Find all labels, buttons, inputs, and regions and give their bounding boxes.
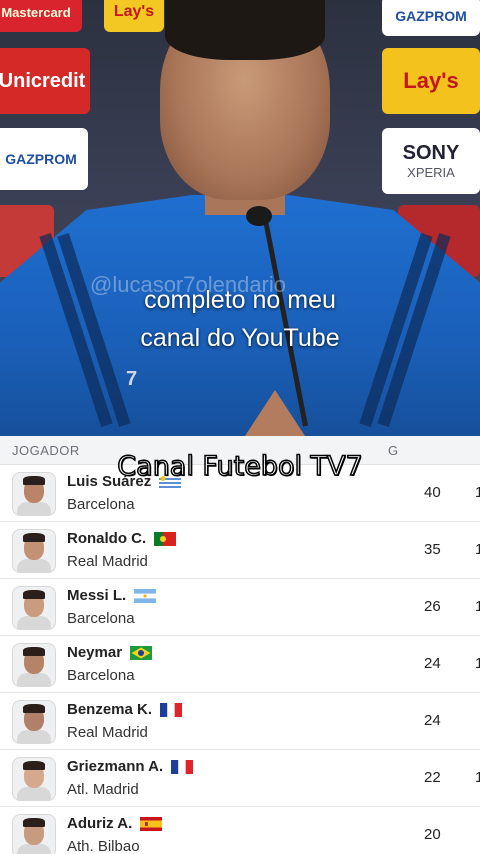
sponsor-label: Lay's: [113, 3, 155, 20]
player-name[interactable]: Griezmann A.: [67, 758, 163, 775]
player-name[interactable]: Benzema K.: [67, 701, 152, 718]
player-goals: 35: [424, 541, 441, 558]
player-name[interactable]: Messi L.: [67, 587, 126, 604]
portugal-flag: [154, 531, 177, 546]
avatar-hair: [23, 590, 45, 599]
player-name-wrap: Benzema K.: [67, 701, 183, 718]
player-goals: 22: [424, 769, 441, 786]
table-row[interactable]: Aduriz A. Ath. Bilbao 20: [0, 807, 480, 854]
caption-line-2: canal do YouTube: [140, 324, 340, 352]
player-hair: [165, 0, 325, 60]
avatar-body: [17, 730, 51, 743]
sponsor-label: GAZPROM: [395, 8, 467, 24]
player-club: Barcelona: [67, 610, 135, 627]
player-avatar: [12, 757, 56, 801]
sponsor-board-sony: SONY XPERIA: [382, 128, 480, 194]
player-name-wrap: Neymar: [67, 644, 153, 661]
player-avatar: [12, 814, 56, 854]
player-next-stat: 1: [475, 541, 480, 558]
player-next-stat: 1: [475, 598, 480, 615]
scorers-table: JOGADOR G Luis Suárez Barcelona 40 1 Ronaldo…: [0, 436, 480, 854]
sponsor-board-mastercard: Mastercard: [0, 0, 82, 32]
player-name[interactable]: Neymar: [67, 644, 122, 661]
avatar-body: [17, 787, 51, 800]
table-row[interactable]: Neymar Barcelona 24 1: [0, 636, 480, 693]
player-goals: 24: [424, 655, 441, 672]
shirt-number: 7: [126, 368, 138, 390]
avatar-hair: [23, 761, 45, 770]
player-next-stat: 1: [475, 484, 480, 501]
sponsor-board-gazprom: GAZPROM: [382, 0, 480, 36]
france-flag: [160, 702, 183, 717]
sponsor-label: SONY: [402, 142, 460, 164]
player-name-wrap: Griezmann A.: [67, 758, 194, 775]
player-goals: 40: [424, 484, 441, 501]
player-avatar: [12, 529, 56, 573]
avatar-body: [17, 844, 51, 854]
sponsor-label: XPERIA: [407, 165, 455, 180]
sponsor-board-gazprom-2: GAZPROM: [0, 128, 88, 190]
avatar-hair: [23, 533, 45, 542]
sponsor-label: GAZPROM: [5, 151, 77, 167]
player-goals: 24: [424, 712, 441, 729]
player-goals: 26: [424, 598, 441, 615]
sponsor-label: Mastercard: [1, 4, 71, 20]
player-next-stat: 1: [475, 769, 480, 786]
sponsor-label: Lay's: [403, 68, 459, 93]
video-frame[interactable]: Mastercard Lay's GAZPROM Unicredit Lay's…: [0, 0, 480, 436]
player-name-wrap: Ronaldo C.: [67, 530, 177, 547]
player-name-wrap: Aduriz A.: [67, 815, 163, 832]
avatar-body: [17, 673, 51, 686]
player-name[interactable]: Ronaldo C.: [67, 530, 146, 547]
avatar-hair: [23, 704, 45, 713]
avatar-body: [17, 502, 51, 515]
caption-line-1: completo no meu: [144, 286, 336, 314]
player-goals: 20: [424, 826, 441, 843]
avatar-hair: [23, 818, 45, 827]
table-row[interactable]: Griezmann A. Atl. Madrid 22 1: [0, 750, 480, 807]
avatar-body: [17, 616, 51, 629]
player-club: Barcelona: [67, 496, 135, 513]
player-club: Atl. Madrid: [67, 781, 139, 798]
player-club: Barcelona: [67, 667, 135, 684]
avatar-hair: [23, 647, 45, 656]
player-avatar: [12, 586, 56, 630]
player-club: Real Madrid: [67, 553, 148, 570]
microphone-icon: [246, 206, 272, 226]
sponsor-label: Unicredit: [0, 69, 86, 92]
table-row[interactable]: Benzema K. Real Madrid 24: [0, 693, 480, 750]
sponsor-board-lays: Lay's: [104, 0, 164, 32]
player-name-wrap: Messi L.: [67, 587, 157, 604]
argentina-flag: [134, 588, 157, 603]
brazil-flag: [130, 645, 153, 660]
player-club: Ath. Bilbao: [67, 838, 140, 854]
player-avatar: [12, 643, 56, 687]
player-club: Real Madrid: [67, 724, 148, 741]
player-name[interactable]: Aduriz A.: [67, 815, 132, 832]
player-next-stat: 1: [475, 655, 480, 672]
table-row[interactable]: Ronaldo C. Real Madrid 35 1: [0, 522, 480, 579]
sponsor-board-unicredit: Unicredit: [0, 48, 90, 114]
france-flag: [171, 759, 194, 774]
spain-flag: [140, 816, 163, 831]
channel-overlay-title: Canal Futebol TV7: [117, 450, 364, 483]
avatar-body: [17, 559, 51, 572]
sponsor-board-lays-2: Lay's: [382, 48, 480, 114]
player-avatar: [12, 700, 56, 744]
table-row[interactable]: Messi L. Barcelona 26 1: [0, 579, 480, 636]
